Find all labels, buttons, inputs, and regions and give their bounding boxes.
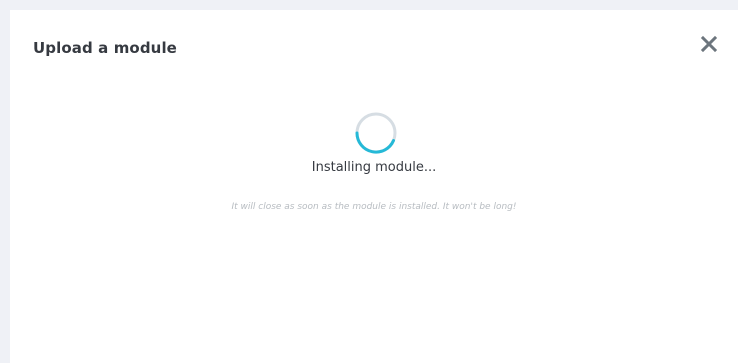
loading-spinner-icon [355,112,397,154]
install-hint-text: It will close as soon as the module is i… [231,202,517,212]
upload-module-dialog: Upload a module Installing module... It … [10,10,738,363]
install-status-text: Installing module... [311,160,437,175]
close-button[interactable] [700,35,718,53]
close-icon [700,35,718,53]
dialog-title: Upload a module [33,39,177,57]
page-backdrop: Upload a module Installing module... It … [0,0,738,363]
